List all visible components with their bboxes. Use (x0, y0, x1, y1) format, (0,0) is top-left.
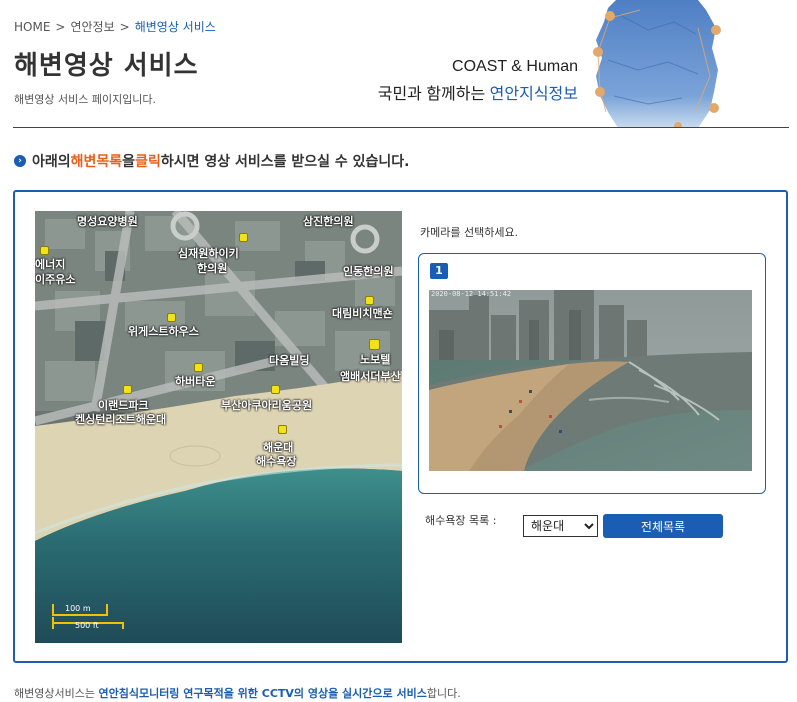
hospital-marker-icon[interactable] (369, 339, 380, 350)
instruction-notice: › 아래의 해변목록 을 클릭 하시면 영상 서비스를 받으실 수 있습니다. (14, 151, 409, 171)
place-marker-icon[interactable] (239, 233, 248, 242)
map-label: 대림비치맨숀 (332, 307, 393, 320)
map-label: 위게스트하우스 (128, 325, 199, 338)
place-marker-icon[interactable] (167, 313, 176, 322)
brand-korean-prefix: 국민과 함께하는 (377, 86, 490, 103)
aerial-map[interactable]: 명성요양병원 삼진한의원 에너지 이주유소 심재원하이키 한의원 인동한의원 대… (35, 211, 402, 643)
scale-imperial-label: 500 ft (75, 621, 99, 630)
notice-suffix: 하시면 영상 서비스를 받으실 수 있습니다. (160, 154, 410, 170)
place-marker-icon[interactable] (194, 363, 203, 372)
korea-map-graphic (578, 0, 788, 128)
all-list-button[interactable]: 전체목록 (603, 514, 723, 538)
scale-metric-label: 100 m (65, 604, 91, 613)
brand-korean-highlight: 연안지식정보 (489, 86, 578, 103)
breadcrumb: HOME > 연안정보 > 해변영상 서비스 (14, 18, 216, 35)
footer-highlight: 연안침식모니터링 연구목적을 위한 CCTV의 영상을 실시간으로 서비스 (98, 687, 427, 700)
header-divider (13, 127, 789, 128)
breadcrumb-separator: > (55, 20, 66, 34)
camera-timestamp: 2020-08-12 14:51:42 (431, 290, 512, 298)
map-label: 다옴빌딩 (269, 354, 310, 367)
place-marker-icon[interactable] (40, 246, 49, 255)
map-label: 명성요양병원 (77, 215, 138, 228)
map-label: 앰배서더부산 (340, 370, 401, 383)
map-label: 노보텔 (360, 353, 391, 366)
notice-highlight-beach-list: 해변목록 (70, 154, 123, 170)
page-title: 해변영상 서비스 (14, 51, 199, 81)
notice-prefix: 아래의 (32, 154, 71, 170)
footer-prefix: 해변영상서비스는 (14, 687, 99, 700)
map-scale (51, 603, 131, 637)
map-label: 심재원하이키 (178, 247, 239, 260)
camera-select-prompt: 카메라를 선택하세요. (420, 226, 519, 239)
place-marker-icon[interactable] (271, 385, 280, 394)
map-label: 삼진한의원 (303, 215, 354, 228)
breadcrumb-separator: > (119, 20, 130, 34)
camera-number-badge[interactable]: 1 (430, 263, 448, 279)
page-subtitle: 해변영상 서비스 페이지입니다. (14, 93, 157, 106)
breadcrumb-parent[interactable]: 연안정보 (70, 20, 114, 34)
footer-note: 해변영상서비스는 연안침식모니터링 연구목적을 위한 CCTV의 영상을 실시간… (14, 685, 461, 701)
chevron-right-icon: › (14, 155, 26, 167)
footer-suffix: 합니다. (426, 687, 461, 700)
notice-middle: 을 (122, 154, 136, 170)
beach-marker-icon[interactable] (278, 425, 287, 434)
breadcrumb-home[interactable]: HOME (14, 20, 50, 34)
brand-korean: 국민과 함께하는 연안지식정보 (378, 80, 578, 104)
notice-highlight-click: 클릭 (135, 154, 161, 170)
map-label: 인동한의원 (343, 265, 394, 278)
place-marker-icon[interactable] (365, 296, 374, 305)
map-label: 에너지 (35, 258, 66, 271)
map-label: 한의원 (197, 262, 228, 275)
map-label: 이주유소 (35, 273, 76, 286)
brand-english: COAST & Human (452, 58, 578, 75)
breadcrumb-current: 해변영상 서비스 (134, 20, 216, 34)
map-label: 켄싱턴리조트해운대 (75, 413, 167, 426)
map-label: 해수욕장 (256, 455, 297, 468)
map-label: 부산아쿠아리움공원 (221, 399, 313, 412)
beach-select[interactable]: 해운대 (523, 515, 598, 537)
place-marker-icon[interactable] (123, 385, 132, 394)
beach-list-label: 해수욕장 목록 : (425, 514, 497, 527)
camera-feed-thumbnail[interactable]: 2020-08-12 14:51:42 (429, 290, 752, 471)
map-label: 하버타운 (175, 375, 216, 388)
